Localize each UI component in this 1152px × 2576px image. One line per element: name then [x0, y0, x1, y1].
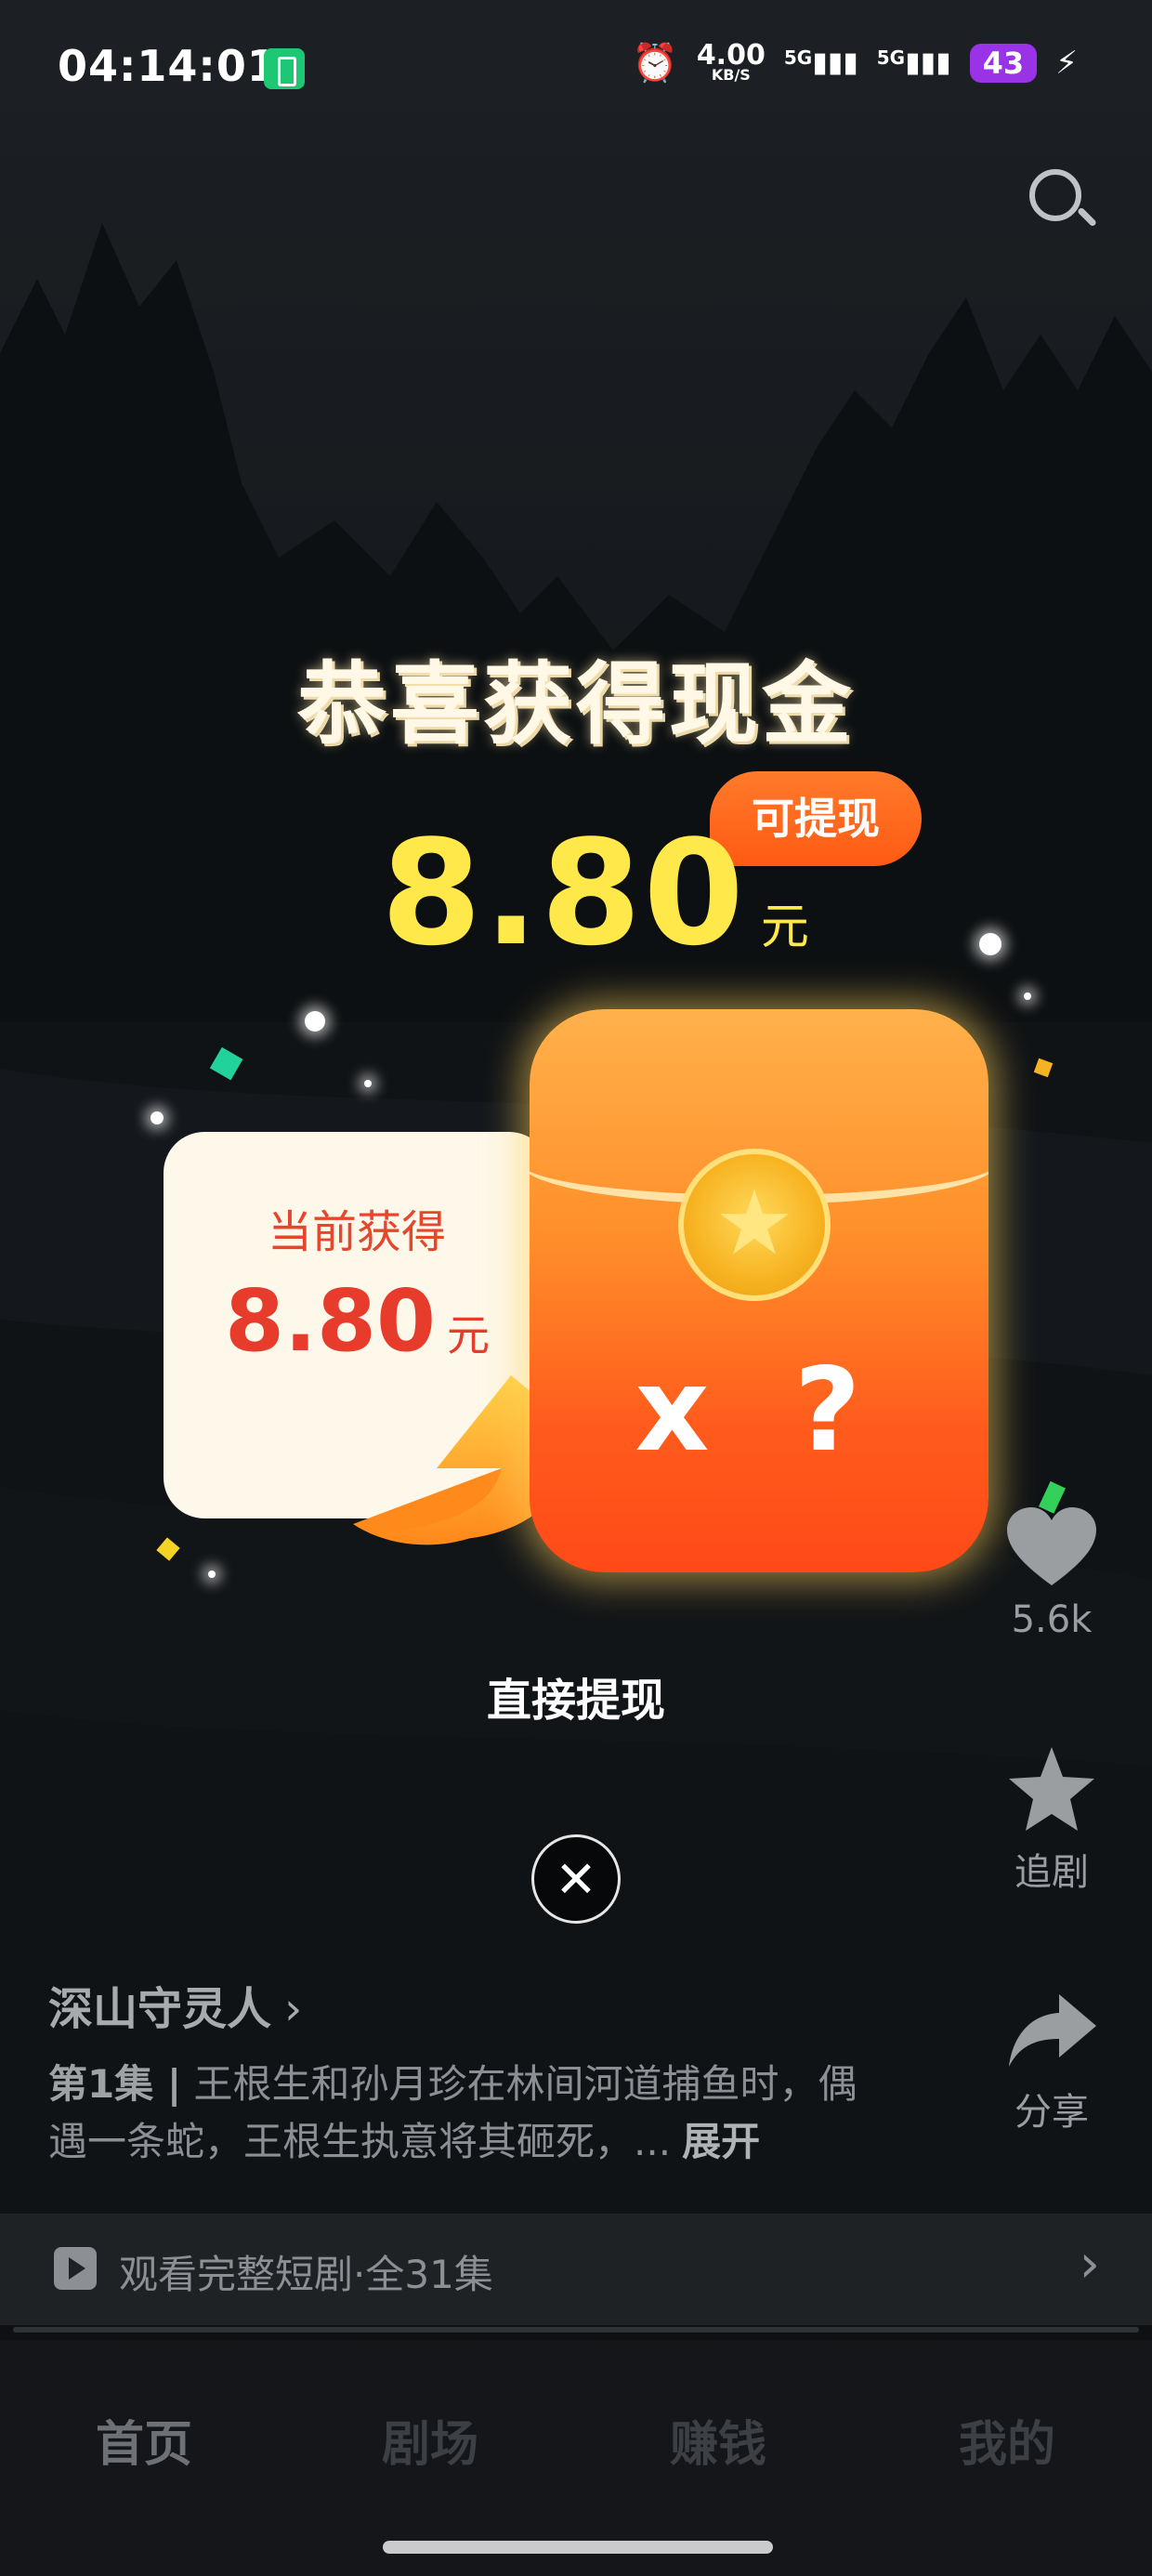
status-time: 04:14:01: [58, 41, 278, 91]
follow-drama-button[interactable]: 追剧: [988, 1743, 1115, 1896]
sparkle: [151, 1111, 164, 1124]
close-popup-button[interactable]: ✕: [531, 1834, 621, 1924]
signal-2-label: 5G: [876, 46, 906, 69]
chevron-right-icon: ›: [1079, 2234, 1100, 2294]
drama-title-link[interactable]: 深山守灵人 ›: [48, 1972, 302, 2037]
watch-full-drama-label: 观看完整短剧·全31集: [119, 2252, 493, 2297]
share-label: 分享: [1015, 2091, 1089, 2134]
reward-amount: 8.80 元: [381, 808, 809, 978]
reward-title: 恭喜获得现金: [297, 652, 855, 756]
sparkle: [364, 1080, 372, 1087]
drama-description: 第1集 | 王根生和孙月珍在林间河道捕鱼时，偶遇一条蛇，王根生执意将其砸死，..…: [48, 2056, 884, 2171]
status-indicators: ⏰ 4.00 KB/S 5G▮▮▮ 5G▮▮▮ 43 ⚡: [632, 41, 1078, 85]
signal-icon-2: 5G▮▮▮: [876, 46, 951, 79]
heart-icon: [1007, 1507, 1096, 1585]
current-earnings-value: 8.80: [225, 1271, 436, 1371]
follow-drama-label: 追剧: [1015, 1851, 1089, 1894]
expand-button[interactable]: 展开: [682, 2119, 760, 2164]
current-earnings-unit: 元: [447, 1310, 490, 1360]
video-progress-bar[interactable]: [13, 2327, 1139, 2333]
signal-icon-1: 5G▮▮▮: [783, 46, 858, 79]
confetti: [156, 1537, 180, 1561]
search-icon: [1029, 169, 1081, 221]
sparkle: [979, 933, 1001, 955]
like-count: 5.6k: [1011, 1598, 1093, 1641]
battery-saver-icon: [264, 48, 305, 89]
alarm-icon: ⏰: [632, 42, 678, 85]
chevron-right-icon: ›: [284, 1983, 303, 2035]
share-icon: [1009, 1994, 1096, 2067]
reward-amount-value: 8.80: [381, 808, 746, 978]
watch-full-drama-bar[interactable]: 观看完整短剧·全31集 ›: [0, 2214, 1152, 2325]
close-icon: ✕: [555, 1850, 597, 1909]
tab-theater[interactable]: 剧场: [337, 2405, 523, 2475]
network-speed: 4.00 KB/S: [697, 41, 766, 83]
envelope-multiplier: x ?: [635, 1344, 884, 1478]
episode-label: 第1集 |: [48, 2061, 182, 2107]
tab-mine[interactable]: 我的: [914, 2405, 1100, 2475]
like-button[interactable]: 5.6k: [988, 1505, 1115, 1641]
sparkle: [208, 1571, 216, 1578]
confetti: [1033, 1058, 1054, 1078]
confetti: [209, 1046, 243, 1081]
coin-icon: ★: [678, 1149, 831, 1301]
search-button[interactable]: [1026, 165, 1097, 236]
status-bar: 04:14:01 ⏰ 4.00 KB/S 5G▮▮▮ 5G▮▮▮ 43 ⚡: [0, 0, 1152, 139]
direct-withdraw-button[interactable]: 直接提现: [0, 1663, 1152, 1728]
star-icon: [1009, 1747, 1094, 1831]
charging-icon: ⚡: [1055, 44, 1078, 82]
signal-1-label: 5G: [783, 46, 813, 69]
battery-level: 43: [969, 43, 1038, 83]
reward-amount-unit: 元: [760, 900, 809, 955]
sparkle: [1024, 992, 1031, 1000]
current-earnings-amount: 8.80 元: [225, 1271, 490, 1371]
share-button[interactable]: 分享: [988, 1989, 1115, 2136]
sparkle: [305, 1011, 325, 1032]
home-indicator: [383, 2541, 773, 2554]
search-icon-handle: [1077, 206, 1097, 228]
current-earnings-label: 当前获得: [267, 1206, 446, 1258]
tab-home[interactable]: 首页: [51, 2405, 237, 2475]
star-icon: ★: [713, 1171, 795, 1275]
tab-earn[interactable]: 赚钱: [625, 2405, 811, 2475]
drama-title: 深山守灵人: [48, 1983, 272, 2035]
red-envelope[interactable]: ★ x ?: [530, 1009, 988, 1572]
play-icon: [54, 2247, 97, 2290]
